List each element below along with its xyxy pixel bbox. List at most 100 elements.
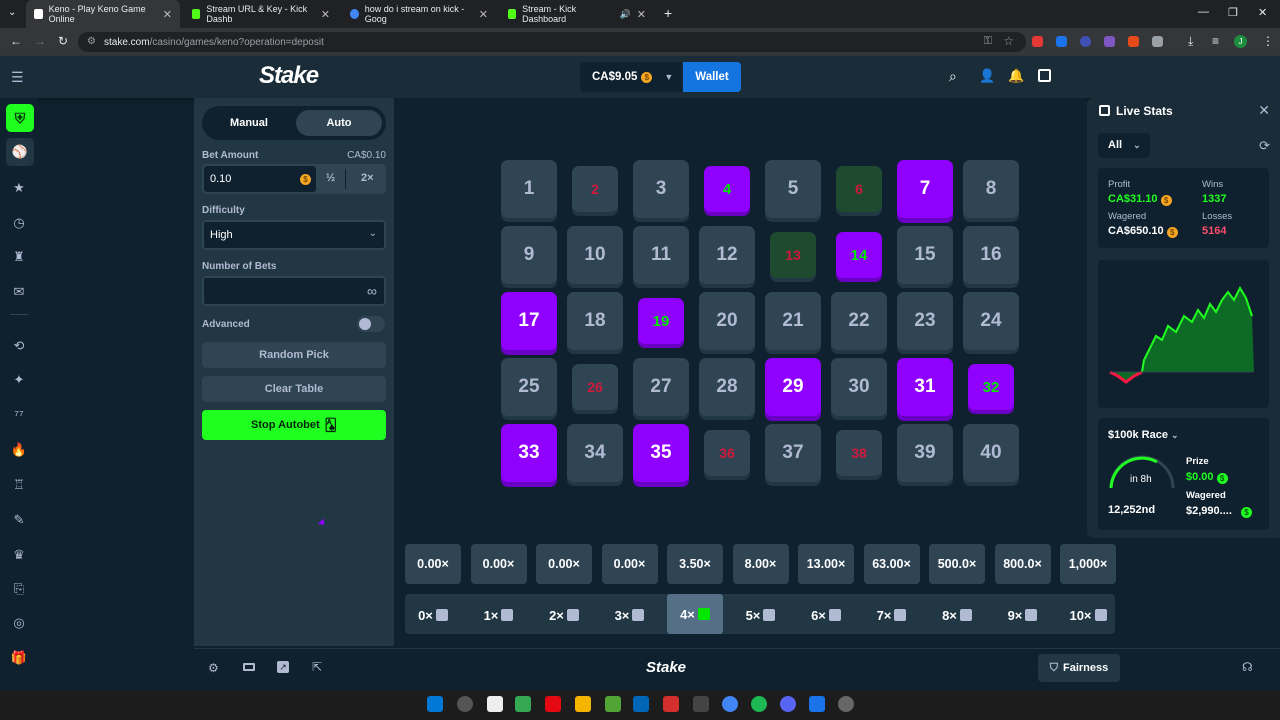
keno-tile[interactable]: 30 bbox=[831, 358, 887, 416]
extension-orange-icon[interactable] bbox=[1128, 36, 1139, 47]
keno-tile[interactable]: 10 bbox=[567, 226, 623, 284]
keno-tile[interactable]: 33 bbox=[501, 424, 557, 482]
new-releases-icon[interactable]: ♛ bbox=[10, 546, 28, 564]
exclusives-sparkle-icon[interactable]: ✦ bbox=[10, 371, 28, 389]
menu-kebab-icon[interactable]: ⋮ bbox=[1262, 34, 1274, 48]
keno-tile[interactable]: 8 bbox=[963, 160, 1019, 218]
extension-blue-icon[interactable] bbox=[1056, 36, 1067, 47]
keno-tile[interactable]: 15 bbox=[897, 226, 953, 284]
bonus-buy-icon[interactable]: ⎘ bbox=[10, 580, 28, 598]
minimize-icon[interactable]: — bbox=[1198, 6, 1209, 18]
keno-tile[interactable]: 29 bbox=[765, 358, 821, 416]
theatre-mode-icon[interactable] bbox=[243, 663, 255, 671]
extensions-puzzle-icon[interactable] bbox=[1152, 36, 1163, 47]
refresh-icon[interactable]: ⟳ bbox=[1259, 138, 1270, 154]
app-dark-icon[interactable] bbox=[693, 696, 709, 712]
keno-tile[interactable]: 6 bbox=[836, 166, 882, 212]
keno-tile[interactable]: 26 bbox=[572, 364, 618, 410]
keno-tile[interactable]: 14 bbox=[836, 232, 882, 278]
keno-tile[interactable]: 37 bbox=[765, 424, 821, 482]
keno-tile[interactable]: 19 bbox=[638, 298, 684, 344]
slots-icon[interactable]: ⁷⁷ bbox=[10, 406, 28, 424]
enhanced-rtp-icon[interactable]: ◎ bbox=[10, 614, 28, 632]
keno-tile[interactable]: 1 bbox=[501, 160, 557, 218]
copilot-icon[interactable] bbox=[515, 696, 531, 712]
keno-tile[interactable]: 39 bbox=[897, 424, 953, 482]
chrome-icon[interactable] bbox=[722, 696, 738, 712]
app-red-icon[interactable] bbox=[663, 696, 679, 712]
keno-tile[interactable]: 20 bbox=[699, 292, 755, 350]
address-bar[interactable]: ⚙ stake.com/casino/games/keno?operation=… bbox=[78, 32, 1026, 52]
casino-shield-icon[interactable]: ⛨ bbox=[6, 104, 34, 132]
user-icon[interactable]: 👤 bbox=[979, 68, 995, 84]
advanced-toggle[interactable] bbox=[357, 316, 385, 332]
minecraft-icon[interactable] bbox=[605, 696, 621, 712]
recent-clock-icon[interactable]: ◷ bbox=[10, 214, 28, 232]
keno-tile[interactable]: 17 bbox=[501, 292, 557, 350]
extension-red-icon[interactable] bbox=[1032, 36, 1043, 47]
keno-tile[interactable]: 11 bbox=[633, 226, 689, 284]
keno-tile[interactable]: 16 bbox=[963, 226, 1019, 284]
live-casino-icon[interactable]: ♖ bbox=[10, 476, 28, 494]
speaker-icon[interactable]: 🔊 bbox=[620, 9, 631, 20]
password-key-icon[interactable]: ⚿ bbox=[984, 35, 992, 48]
keno-tile[interactable]: 7 bbox=[897, 160, 953, 218]
keno-tile[interactable]: 35 bbox=[633, 424, 689, 482]
close-icon[interactable]: ✕ bbox=[1258, 102, 1270, 119]
race-title[interactable]: $100k Race ⌄ bbox=[1108, 429, 1179, 441]
browser-tab-kick-dashboard[interactable]: Stream - Kick Dashboard 🔊 ✕ bbox=[500, 0, 654, 28]
keno-tile[interactable]: 24 bbox=[963, 292, 1019, 350]
close-window-icon[interactable]: ✕ bbox=[1258, 6, 1267, 19]
favourites-star-icon[interactable]: ★ bbox=[10, 179, 28, 197]
browser-tab-google-search[interactable]: how do i stream on kick - Goog ✕ bbox=[342, 0, 496, 28]
keno-tile[interactable]: 3 bbox=[633, 160, 689, 218]
stake-logo[interactable]: Stake bbox=[259, 62, 319, 90]
extension-purple-icon[interactable] bbox=[1104, 36, 1115, 47]
site-info-icon[interactable]: ⚙ bbox=[87, 36, 96, 47]
keno-tile[interactable]: 27 bbox=[633, 358, 689, 416]
keno-tile[interactable]: 18 bbox=[567, 292, 623, 350]
keno-tile[interactable]: 25 bbox=[501, 358, 557, 416]
forward-icon[interactable]: → bbox=[34, 34, 46, 48]
my-bets-icon[interactable]: ✉ bbox=[10, 283, 28, 301]
taskbar-search-icon[interactable] bbox=[457, 696, 473, 712]
clear-table-button[interactable]: Clear Table bbox=[202, 376, 386, 402]
close-tab-icon[interactable]: ✕ bbox=[637, 8, 646, 21]
random-pick-button[interactable]: Random Pick bbox=[202, 342, 386, 368]
keno-tile[interactable]: 13 bbox=[770, 232, 816, 278]
hamburger-menu-icon[interactable]: ☰ bbox=[11, 69, 24, 86]
close-tab-icon[interactable]: ✕ bbox=[163, 8, 172, 21]
keno-tile[interactable]: 36 bbox=[704, 430, 750, 476]
close-tab-icon[interactable]: ✕ bbox=[479, 8, 488, 21]
popout-icon[interactable]: ⇱ bbox=[312, 660, 322, 674]
sports-ball-icon[interactable]: ⚾ bbox=[6, 138, 34, 166]
browser-tab-kick-stream-key[interactable]: Stream URL & Key - Kick Dashb ✕ bbox=[184, 0, 338, 28]
number-of-bets-input[interactable]: ∞ bbox=[202, 276, 386, 306]
keno-tile[interactable]: 38 bbox=[836, 430, 882, 476]
discord-icon[interactable] bbox=[780, 696, 796, 712]
keno-tile[interactable]: 9 bbox=[501, 226, 557, 284]
double-bet-button[interactable]: 2× bbox=[361, 172, 374, 184]
keno-tile[interactable]: 40 bbox=[963, 424, 1019, 482]
store-icon[interactable] bbox=[633, 696, 649, 712]
keno-tile[interactable]: 5 bbox=[765, 160, 821, 218]
keno-tile[interactable]: 23 bbox=[897, 292, 953, 350]
file-explorer-icon[interactable] bbox=[575, 696, 591, 712]
keno-tile[interactable]: 34 bbox=[567, 424, 623, 482]
keno-tile[interactable]: 28 bbox=[699, 358, 755, 416]
extension-circle-icon[interactable] bbox=[1080, 36, 1091, 47]
balance-selector[interactable]: CA$9.05 $ ▼ bbox=[580, 62, 682, 92]
obs-icon[interactable] bbox=[838, 696, 854, 712]
windows-start-icon[interactable] bbox=[427, 696, 443, 712]
close-tab-icon[interactable]: ✕ bbox=[321, 8, 330, 21]
keno-tile[interactable]: 31 bbox=[897, 358, 953, 416]
game-shows-icon[interactable]: ✎ bbox=[10, 511, 28, 529]
keno-tile[interactable]: 2 bbox=[572, 166, 618, 212]
keno-tile[interactable]: 21 bbox=[765, 292, 821, 350]
spotify-icon[interactable] bbox=[751, 696, 767, 712]
bookmark-star-icon[interactable]: ☆ bbox=[1003, 34, 1014, 48]
search-icon[interactable]: ⌕ bbox=[949, 68, 957, 85]
promotions-gift-icon[interactable]: 🎁 bbox=[10, 649, 28, 667]
tab-manual[interactable]: Manual bbox=[206, 110, 292, 136]
restore-icon[interactable]: ❐ bbox=[1228, 6, 1238, 19]
